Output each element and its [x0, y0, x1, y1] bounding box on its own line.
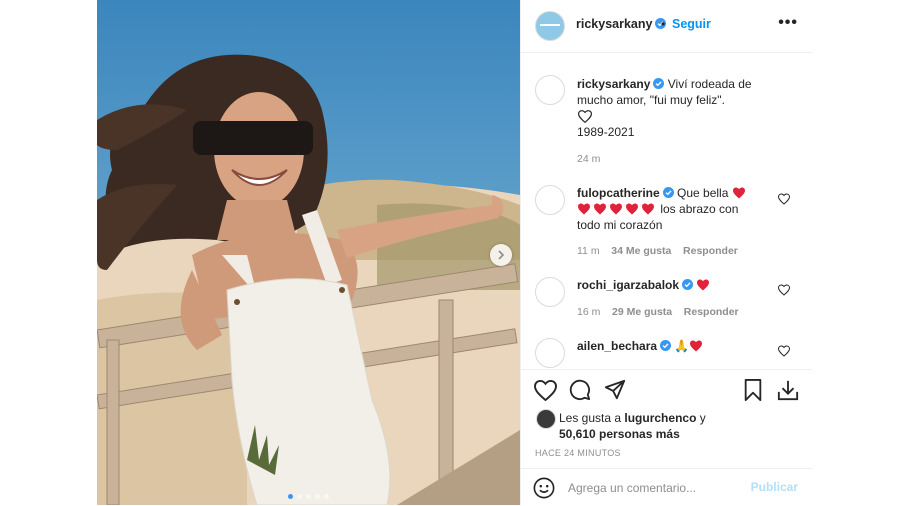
avatar[interactable]	[535, 338, 565, 368]
comment-text: rochi_igarzabalok	[577, 277, 712, 293]
like-heart-icon[interactable]	[534, 380, 557, 401]
comment-time[interactable]: 16 m	[577, 306, 600, 318]
avatar[interactable]	[535, 75, 565, 105]
comment-meta: 16 m 29 Me gusta Responder	[577, 306, 739, 318]
comment-likes-link[interactable]: 34 Me gusta	[611, 245, 671, 257]
comments-list: rickysarkany Viví rodeada de mucho amor,…	[521, 53, 812, 368]
carousel-dot	[288, 494, 293, 499]
likes-prefix: Les gusta a	[559, 411, 622, 425]
caption-years: 1989-2021	[577, 125, 635, 139]
comment-text-part: todo mi corazón	[577, 218, 663, 232]
verified-badge-icon	[682, 279, 694, 290]
avatar[interactable]	[535, 11, 565, 41]
post-header: rickysarkany • Seguir •••	[521, 0, 812, 53]
comment-text-part: Que bella	[677, 186, 729, 200]
comment-text: ailen_bechara 🙏	[577, 338, 705, 354]
red-heart-icon	[690, 340, 703, 352]
post-photo[interactable]	[97, 0, 520, 505]
bookmark-icon[interactable]	[743, 379, 763, 401]
red-heart-icon	[697, 279, 710, 291]
white-heart-icon	[578, 110, 592, 123]
red-heart-icon	[578, 203, 590, 215]
likes-summary: Les gusta a lugurchenco y 50,610 persona…	[559, 410, 706, 442]
comment-text-part: los abrazo con	[660, 202, 739, 216]
comment-text: los abrazo con	[577, 201, 738, 217]
caption-line: mucho amor, "fui muy feliz".	[577, 93, 725, 107]
verified-badge-icon	[660, 340, 672, 351]
comment-username[interactable]: ailen_bechara	[577, 339, 657, 353]
share-paper-plane-icon[interactable]	[604, 379, 626, 401]
add-comment-bar: Publicar	[521, 468, 812, 506]
likes-suffix: y	[699, 411, 706, 425]
red-heart-icon	[642, 203, 654, 215]
avatar[interactable]	[535, 277, 565, 307]
post-side-panel: rickysarkany • Seguir ••• rickysarkany V…	[520, 0, 812, 505]
verified-badge-icon	[662, 187, 674, 198]
caption-line: Viví rodeada de	[667, 77, 752, 91]
likes-user-link[interactable]: lugurchenco	[624, 411, 696, 425]
download-icon[interactable]	[777, 379, 799, 401]
carousel-dot	[306, 494, 311, 499]
header-separator: •	[661, 17, 666, 31]
comment-meta: 11 m 34 Me gusta Responder	[577, 245, 738, 257]
action-bar: Les gusta a lugurchenco y 50,610 persona…	[521, 369, 812, 468]
verified-badge-icon	[653, 78, 665, 89]
avatar[interactable]	[536, 409, 556, 429]
chevron-right-icon	[498, 250, 505, 260]
like-comment-heart-icon[interactable]	[778, 193, 790, 205]
comment-username[interactable]: rochi_igarzabalok	[577, 278, 679, 292]
comment-likes-link[interactable]: 29 Me gusta	[612, 306, 672, 318]
carousel-dot	[324, 494, 329, 499]
carousel-dot	[297, 494, 302, 499]
likes-others-link[interactable]: 50,610 personas más	[559, 427, 680, 441]
red-heart-icon	[594, 203, 606, 215]
post-time-ago[interactable]: HACE 24 MINUTOS	[535, 448, 621, 458]
like-comment-heart-icon[interactable]	[778, 345, 790, 357]
reply-button[interactable]: Responder	[683, 245, 738, 257]
follow-button[interactable]: Seguir	[672, 17, 711, 31]
publish-button[interactable]: Publicar	[751, 480, 798, 494]
comment-username[interactable]: fulopcatherine	[577, 186, 660, 200]
red-heart-icon	[610, 203, 622, 215]
caption-username[interactable]: rickysarkany	[577, 77, 650, 91]
like-comment-heart-icon[interactable]	[778, 284, 790, 296]
red-heart-icon	[732, 187, 745, 199]
caption-time[interactable]: 24 m	[577, 153, 600, 165]
carousel-dots	[97, 494, 520, 499]
instagram-post: rickysarkany • Seguir ••• rickysarkany V…	[97, 0, 812, 505]
next-photo-button[interactable]	[490, 244, 512, 266]
caption-text: rickysarkany Viví rodeada de	[577, 76, 752, 92]
reply-button[interactable]: Responder	[684, 306, 739, 318]
comment-bubble-icon[interactable]	[569, 379, 591, 401]
photo-illustration	[97, 0, 520, 505]
carousel-dot	[315, 494, 320, 499]
comment-text: fulopcatherine Que bella	[577, 185, 748, 201]
header-username-link[interactable]: rickysarkany	[576, 17, 667, 31]
emoji-smiley-icon[interactable]	[533, 477, 555, 499]
avatar[interactable]	[535, 185, 565, 215]
comment-time[interactable]: 11 m	[577, 245, 600, 257]
comment-input[interactable]	[568, 479, 738, 497]
red-heart-icon	[626, 203, 638, 215]
header-username[interactable]: rickysarkany	[576, 17, 652, 31]
more-options-button[interactable]: •••	[778, 14, 798, 32]
praying-hands-emoji: 🙏	[674, 339, 690, 353]
